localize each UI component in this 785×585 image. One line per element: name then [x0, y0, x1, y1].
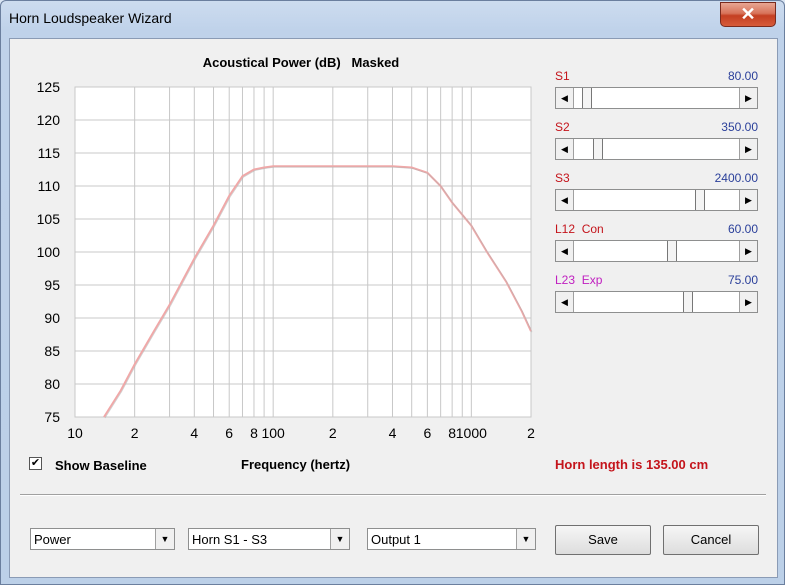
slider-value: 80.00	[727, 69, 758, 83]
chevron-down-icon[interactable]: ▼	[155, 529, 174, 549]
acoustical-power-chart: Acoustical Power (dB) Masked 75 80 85 90 95 1…	[37, 55, 535, 441]
chevron-down-icon[interactable]: ▼	[516, 529, 535, 549]
x-tick-label: 6	[225, 425, 233, 441]
chart-grid	[74, 86, 532, 418]
arrow-left-icon[interactable]: ◀	[556, 292, 574, 312]
y-tick-label: 105	[37, 211, 61, 227]
slider-scrollbar[interactable]: ◀ ▶	[555, 87, 758, 109]
x-tick-label: 100	[261, 425, 285, 441]
arrow-left-icon[interactable]: ◀	[556, 139, 574, 159]
slider-scrollbar[interactable]: ◀ ▶	[555, 138, 758, 160]
horn-length-text: Horn length is 135.00 cm	[555, 457, 709, 472]
dropdown-value: Output 1	[371, 532, 421, 547]
slider-label: S3	[555, 171, 570, 185]
dropdown-value: Power	[34, 532, 71, 547]
horn-section-dropdown[interactable]: Horn S1 - S3 ▼	[188, 528, 350, 550]
x-tick-label: 2	[527, 425, 535, 441]
slider-label: S1	[555, 69, 570, 83]
dropdown-value: Horn S1 - S3	[192, 532, 268, 547]
show-baseline-checkbox[interactable]: ✔	[29, 457, 42, 470]
arrow-right-icon[interactable]: ▶	[739, 241, 757, 261]
arrow-left-icon[interactable]: ◀	[556, 88, 574, 108]
output-channel-dropdown[interactable]: Output 1 ▼	[367, 528, 536, 550]
close-icon: ✕	[740, 4, 756, 24]
arrow-right-icon[interactable]: ▶	[739, 88, 757, 108]
y-tick-label: 125	[37, 79, 61, 95]
slider-label: L23 Exp	[555, 273, 603, 287]
x-tick-label: 10	[67, 425, 83, 441]
separator-line	[20, 494, 766, 496]
y-tick-label: 110	[38, 178, 61, 194]
slider-scrollbar[interactable]: ◀ ▶	[555, 189, 758, 211]
save-button[interactable]: Save	[555, 525, 651, 555]
output-type-dropdown[interactable]: Power ▼	[30, 528, 175, 550]
cancel-button[interactable]: Cancel	[663, 525, 759, 555]
dialog-window: Horn Loudspeaker Wizard ✕ Acoustical Pow…	[0, 0, 785, 585]
x-tick-label: 8	[250, 425, 258, 441]
arrow-right-icon[interactable]: ▶	[739, 190, 757, 210]
x-tick-label: 2	[131, 425, 139, 441]
slider-thumb[interactable]	[593, 139, 604, 159]
x-tick-label: 4	[190, 425, 198, 441]
y-tick-label: 85	[44, 343, 60, 359]
checkmark-icon: ✔	[30, 457, 41, 469]
show-baseline-label[interactable]: Show Baseline	[55, 458, 147, 473]
slider-scrollbar[interactable]: ◀ ▶	[555, 240, 758, 262]
slider-value: 60.00	[727, 222, 758, 236]
close-button[interactable]: ✕	[720, 2, 776, 27]
slider-value: 2400.00	[714, 171, 758, 185]
window-title: Horn Loudspeaker Wizard	[9, 10, 172, 26]
arrow-right-icon[interactable]: ▶	[739, 139, 757, 159]
arrow-right-icon[interactable]: ▶	[739, 292, 757, 312]
x-tick-label: 6	[423, 425, 431, 441]
x-axis-label: Frequency (hertz)	[241, 457, 351, 472]
chevron-down-icon[interactable]: ▼	[330, 529, 349, 549]
slider-value: 350.00	[721, 120, 758, 134]
slider-thumb[interactable]	[695, 190, 706, 210]
x-tick-label: 4	[389, 425, 397, 441]
arrow-left-icon[interactable]: ◀	[556, 190, 574, 210]
slider-thumb[interactable]	[682, 292, 693, 312]
y-tick-label: 115	[38, 145, 61, 161]
x-tick-label: 2	[329, 425, 337, 441]
chart-title: Acoustical Power (dB) Masked	[203, 55, 400, 70]
slider-value: 75.00	[727, 273, 758, 287]
slider-scrollbar[interactable]: ◀ ▶	[555, 291, 758, 313]
y-tick-label: 75	[44, 409, 60, 425]
slider-thumb[interactable]	[667, 241, 678, 261]
slider-thumb[interactable]	[582, 88, 593, 108]
y-tick-label: 90	[44, 310, 60, 326]
arrow-left-icon[interactable]: ◀	[556, 241, 574, 261]
dialog-client-area: Acoustical Power (dB) Masked 75 80 85 90 95 1…	[9, 38, 778, 578]
slider-label: S2	[555, 120, 570, 134]
y-tick-label: 80	[44, 376, 60, 392]
y-tick-label: 100	[37, 244, 61, 260]
y-tick-label: 95	[44, 277, 60, 293]
x-tick-label: 1000	[456, 425, 487, 441]
slider-label: L12 Con	[555, 222, 604, 236]
y-tick-label: 120	[37, 112, 61, 128]
